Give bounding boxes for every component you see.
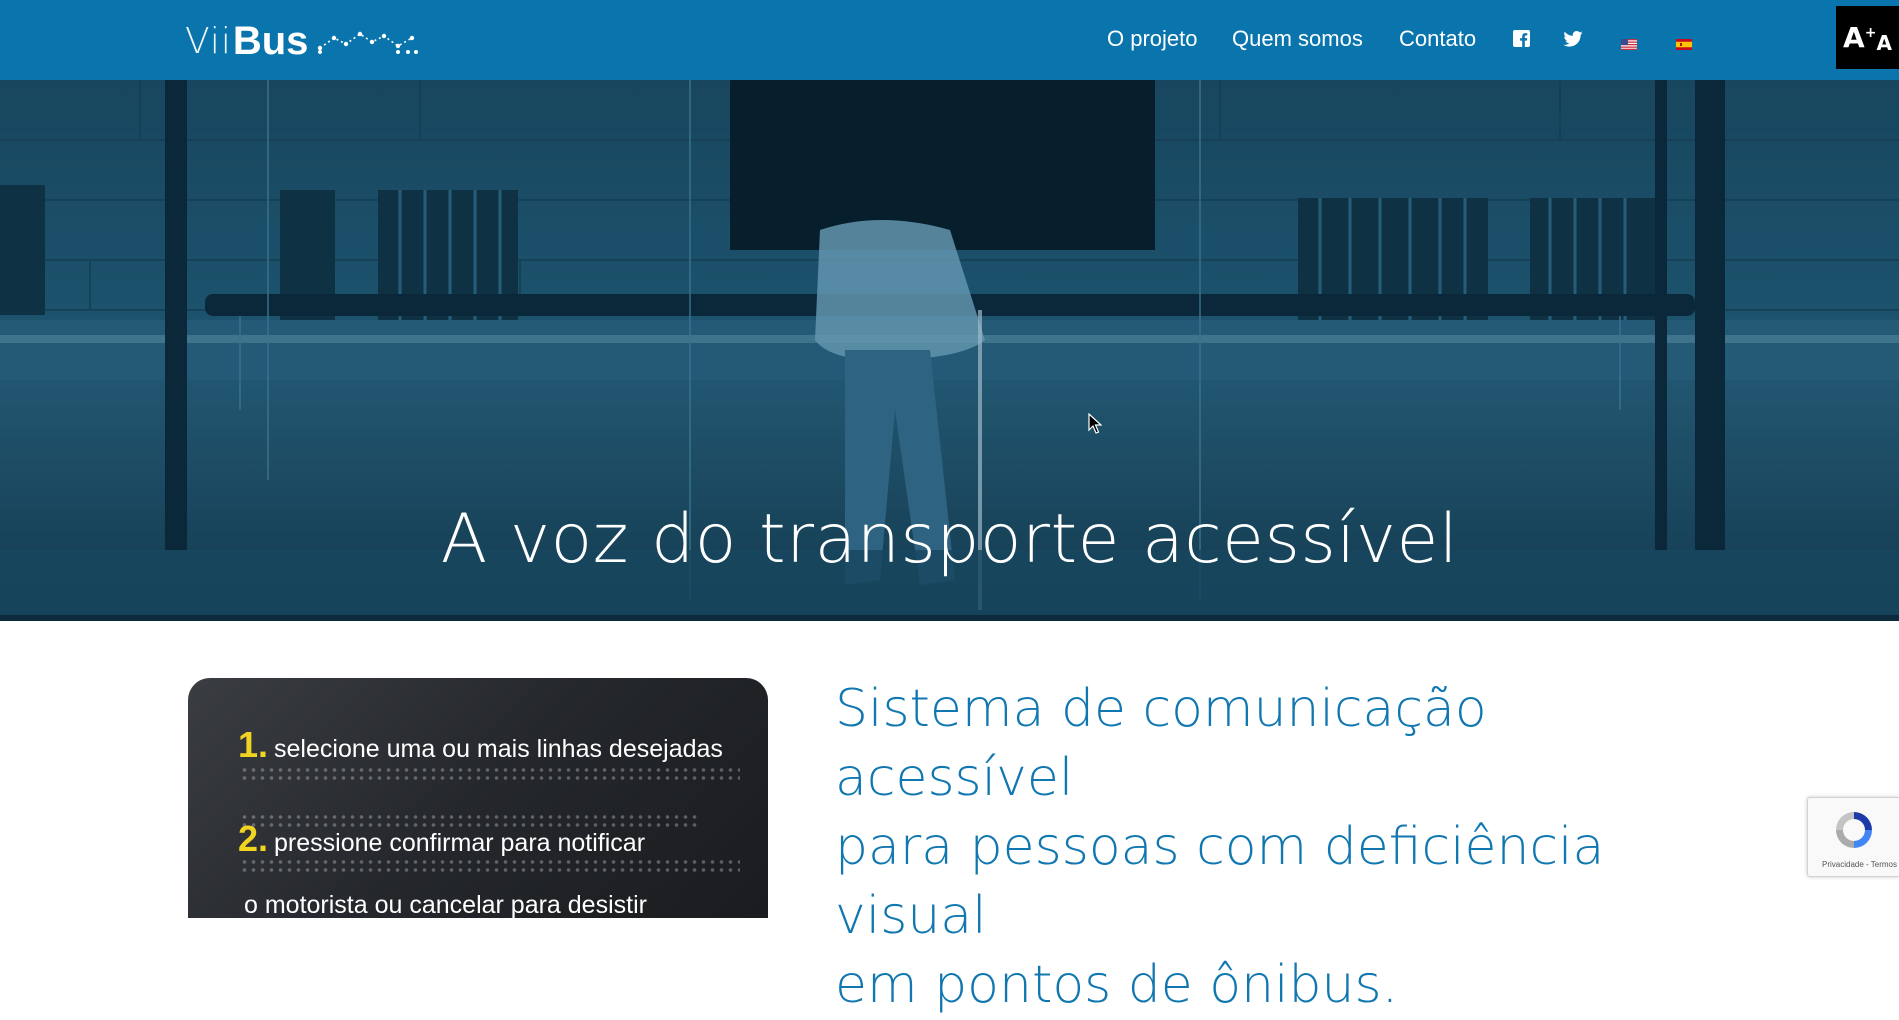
step-number: 1. bbox=[238, 724, 269, 765]
recaptcha-terms-link[interactable]: Privacidade - Termos bbox=[1822, 860, 1897, 869]
nav-o-projeto[interactable]: O projeto bbox=[1107, 26, 1198, 52]
headline-line: para pessoas com deficiência visual bbox=[835, 817, 1605, 946]
recaptcha-logo-icon bbox=[1836, 812, 1872, 848]
logo-vii-text: Vii bbox=[185, 20, 232, 62]
recaptcha-badge[interactable]: Privacidade - Termos bbox=[1807, 797, 1899, 877]
step-number: 2. bbox=[238, 818, 269, 859]
flag-us-icon[interactable] bbox=[1621, 35, 1637, 50]
braille-dots bbox=[240, 766, 740, 784]
headline-line: Sistema de comunicação acessível bbox=[835, 679, 1487, 808]
instruction-step: 1. selecione uma ou mais linhas desejadas bbox=[238, 724, 723, 766]
braille-instructions-image: 1. selecione uma ou mais linhas desejadas… bbox=[188, 678, 768, 918]
mouse-cursor-icon bbox=[1088, 413, 1102, 434]
instruction-step: o motorista ou cancelar para desistir bbox=[238, 880, 647, 918]
nav-quem-somos[interactable]: Quem somos bbox=[1232, 26, 1363, 52]
top-navigation-bar: Vii Bus O projeto Quem somos Contato bbox=[0, 0, 1899, 80]
font-size-toggle-icon: A+A bbox=[1843, 20, 1892, 55]
accessibility-font-size-button[interactable]: A+A bbox=[1836, 6, 1899, 69]
facebook-icon[interactable] bbox=[1513, 30, 1530, 51]
logo-route-dots-icon bbox=[318, 31, 419, 54]
headline-line: em pontos de ônibus. bbox=[835, 955, 1399, 1015]
step-text: o motorista ou cancelar para desistir bbox=[244, 891, 647, 918]
instruction-step: 2. pressione confirmar para notificar bbox=[238, 818, 645, 860]
hero-title: A voz do transporte acessível bbox=[440, 500, 1459, 579]
step-text: selecione uma ou mais linhas desejadas bbox=[274, 735, 723, 763]
step-text: pressione confirmar para notificar bbox=[274, 829, 646, 857]
nav-contato[interactable]: Contato bbox=[1399, 26, 1476, 52]
main-headline: Sistema de comunicação acessível para pe… bbox=[835, 675, 1735, 1020]
twitter-icon[interactable] bbox=[1563, 31, 1583, 51]
viibus-logo[interactable]: Vii Bus bbox=[185, 18, 420, 63]
logo-bus-text: Bus bbox=[232, 18, 309, 63]
braille-dots bbox=[240, 858, 740, 876]
hero-banner: A voz do transporte acessível bbox=[0, 80, 1899, 621]
flag-es-icon[interactable] bbox=[1676, 35, 1692, 50]
